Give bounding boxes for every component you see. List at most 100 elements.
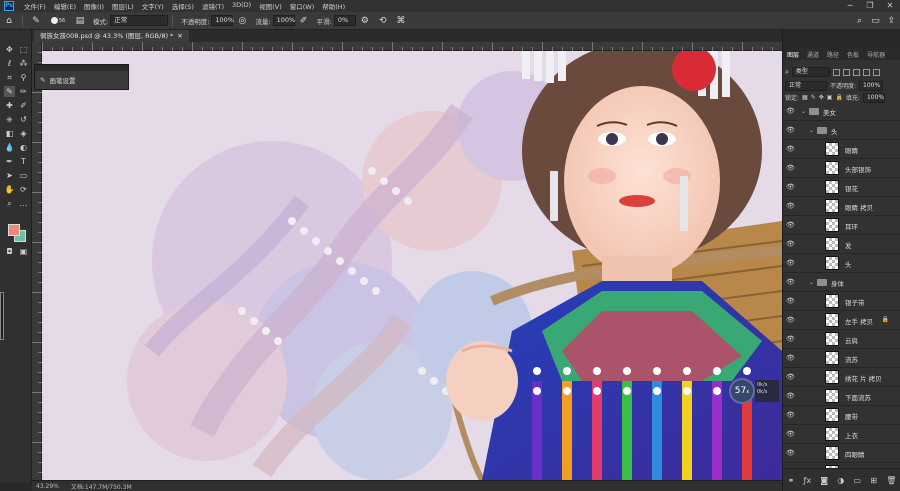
menu-item[interactable]: 选择(S) bbox=[168, 1, 198, 11]
expand-chevron-icon[interactable]: ⌄ bbox=[801, 108, 806, 115]
airbrush-icon[interactable]: ✐ bbox=[297, 14, 311, 28]
quick-mask-icon[interactable]: ◘ bbox=[4, 246, 15, 257]
close-button[interactable]: ✕ bbox=[880, 0, 900, 12]
link-layers-icon[interactable]: ⚭ bbox=[788, 476, 795, 485]
clone-stamp-icon[interactable]: ⎈ bbox=[4, 114, 15, 125]
layer-opacity-field[interactable]: 100% bbox=[859, 80, 884, 91]
visibility-eye-icon[interactable]: 👁 bbox=[786, 221, 795, 230]
layer-row[interactable]: 👁 发 bbox=[783, 235, 900, 254]
visibility-eye-icon[interactable]: 👁 bbox=[786, 145, 795, 154]
minimize-button[interactable]: ─ bbox=[840, 0, 860, 12]
visibility-eye-icon[interactable]: 👁 bbox=[786, 316, 795, 325]
panel-tab[interactable]: 图层 bbox=[783, 50, 803, 59]
paint-bucket-icon[interactable]: ◈ bbox=[18, 128, 29, 139]
pencil-tool-icon[interactable]: ✏ bbox=[18, 86, 29, 97]
panel-tab[interactable]: 导航器 bbox=[863, 50, 889, 59]
opacity-field[interactable]: 100% bbox=[211, 15, 234, 26]
adjustment-layer-icon[interactable]: ◑ bbox=[837, 476, 844, 485]
butterfly-icon[interactable]: ⌘ bbox=[394, 14, 408, 28]
layer-row[interactable]: 👁 银子带 bbox=[783, 292, 900, 311]
layer-row[interactable]: 👁 眼睛 bbox=[783, 140, 900, 159]
lock-pixels-icon[interactable]: ▦ bbox=[802, 94, 808, 101]
mixer-brush-icon[interactable]: ✐ bbox=[18, 100, 29, 111]
visibility-eye-icon[interactable]: 👁 bbox=[786, 164, 795, 173]
visibility-eye-icon[interactable]: 👁 bbox=[786, 373, 795, 382]
menu-item[interactable]: 文字(Y) bbox=[138, 1, 168, 11]
panel-tab[interactable]: 通道 bbox=[803, 50, 823, 59]
side-handle[interactable] bbox=[0, 292, 4, 340]
lock-all-icon[interactable]: 🔒 bbox=[835, 94, 842, 101]
layer-row[interactable]: 👁 下面流苏 bbox=[783, 387, 900, 406]
visibility-eye-icon[interactable]: 👁 bbox=[786, 107, 795, 116]
visibility-eye-icon[interactable]: 👁 bbox=[786, 297, 795, 306]
visibility-eye-icon[interactable]: 👁 bbox=[786, 335, 795, 344]
eraser-tool-icon[interactable]: ◧ bbox=[4, 128, 15, 139]
layer-row[interactable]: 👁 上衣 bbox=[783, 425, 900, 444]
visibility-eye-icon[interactable]: 👁 bbox=[786, 202, 795, 211]
document-tab[interactable]: 侗族女孩008.psd @ 43.3% (图层, RGB/8) * ✕ bbox=[34, 30, 189, 42]
layer-row[interactable]: 👁 眼睛 拷贝 bbox=[783, 197, 900, 216]
menu-item[interactable]: 图像(I) bbox=[80, 1, 108, 11]
horizontal-ruler[interactable] bbox=[42, 42, 782, 51]
layer-row[interactable]: 👁 头 bbox=[783, 254, 900, 273]
brush-tool-icon[interactable]: ✎ bbox=[4, 86, 15, 97]
crop-tool-icon[interactable]: ⌗ bbox=[4, 72, 15, 83]
fill-field[interactable]: 100% bbox=[862, 92, 885, 103]
type-filter-icon[interactable] bbox=[852, 68, 860, 76]
expand-chevron-icon[interactable]: ⌄ bbox=[809, 279, 814, 286]
vertical-ruler[interactable] bbox=[32, 42, 42, 480]
layer-row[interactable]: 👁 流苏 bbox=[783, 349, 900, 368]
foreground-color-swatch[interactable] bbox=[8, 224, 20, 236]
visibility-eye-icon[interactable]: 👁 bbox=[786, 411, 795, 420]
adjustment-filter-icon[interactable] bbox=[842, 68, 850, 76]
visibility-eye-icon[interactable]: 👁 bbox=[786, 392, 795, 401]
rectangle-tool-icon[interactable]: ▭ bbox=[18, 170, 29, 181]
lasso-tool-icon[interactable]: ℓ bbox=[4, 58, 15, 69]
maximize-button[interactable]: ❐ bbox=[860, 0, 880, 12]
panel-tab[interactable]: 色板 bbox=[843, 50, 863, 59]
panel-tab[interactable]: 路径 bbox=[823, 50, 843, 59]
visibility-eye-icon[interactable]: 👁 bbox=[786, 259, 795, 268]
visibility-eye-icon[interactable]: 👁 bbox=[786, 354, 795, 363]
type-tool-icon[interactable]: T bbox=[18, 156, 29, 167]
search-icon[interactable]: ⌕ bbox=[854, 15, 865, 26]
menu-item[interactable]: 视图(V) bbox=[255, 1, 286, 11]
pixel-filter-icon[interactable] bbox=[832, 68, 840, 76]
mode-select[interactable]: 正常 bbox=[110, 15, 169, 26]
symmetry-icon[interactable]: ⟲ bbox=[376, 14, 390, 28]
brush-settings-toggle-icon[interactable]: ▤ bbox=[73, 14, 87, 28]
layer-row[interactable]: 👁 云肩 bbox=[783, 330, 900, 349]
home-icon[interactable]: ⌂ bbox=[2, 14, 16, 28]
menu-item[interactable]: 文件(F) bbox=[20, 1, 50, 11]
delete-layer-icon[interactable]: 🗑 bbox=[886, 476, 896, 485]
layer-row[interactable]: 👁 绣花 片 拷贝 bbox=[783, 368, 900, 387]
menu-item[interactable]: 3D(D) bbox=[228, 1, 255, 11]
close-tab-icon[interactable]: ✕ bbox=[177, 30, 182, 42]
path-select-icon[interactable]: ➤ bbox=[4, 170, 15, 181]
eyedropper-tool-icon[interactable]: ⚲ bbox=[18, 72, 29, 83]
layer-style-icon[interactable]: ƒx bbox=[804, 476, 812, 485]
layer-kind-select[interactable]: 类型 bbox=[791, 67, 830, 77]
zoom-level[interactable]: 43.29% bbox=[36, 483, 59, 490]
visibility-eye-icon[interactable]: 👁 bbox=[786, 126, 795, 135]
visibility-eye-icon[interactable]: 👁 bbox=[786, 278, 795, 287]
visibility-eye-icon[interactable]: 👁 bbox=[786, 183, 795, 192]
visibility-eye-icon[interactable]: 👁 bbox=[786, 449, 795, 458]
canvas-area[interactable] bbox=[42, 51, 782, 480]
new-group-icon[interactable]: ▭ bbox=[854, 476, 862, 485]
menu-item[interactable]: 图层(L) bbox=[108, 1, 138, 11]
share-icon[interactable]: ⇪ bbox=[886, 15, 897, 26]
gear-icon[interactable]: ⚙ bbox=[358, 14, 372, 28]
blur-tool-icon[interactable]: 💧 bbox=[4, 142, 15, 153]
smart-filter-icon[interactable] bbox=[872, 68, 880, 76]
layer-row[interactable]: 👁 耳环 bbox=[783, 216, 900, 235]
quick-select-tool-icon[interactable]: ⁂ bbox=[18, 58, 29, 69]
menu-item[interactable]: 窗口(W) bbox=[286, 1, 319, 11]
layer-row[interactable]: 👁 四眼睛 bbox=[783, 444, 900, 463]
brush-tool-icon[interactable]: ✎ bbox=[29, 14, 43, 28]
healing-tool-icon[interactable]: ✚ bbox=[4, 100, 15, 111]
history-brush-icon[interactable]: ↺ bbox=[18, 114, 29, 125]
layer-row[interactable]: 👁 头部银饰 bbox=[783, 159, 900, 178]
move-tool-icon[interactable]: ✥ bbox=[4, 44, 15, 55]
menu-item[interactable]: 滤镜(T) bbox=[198, 1, 228, 11]
